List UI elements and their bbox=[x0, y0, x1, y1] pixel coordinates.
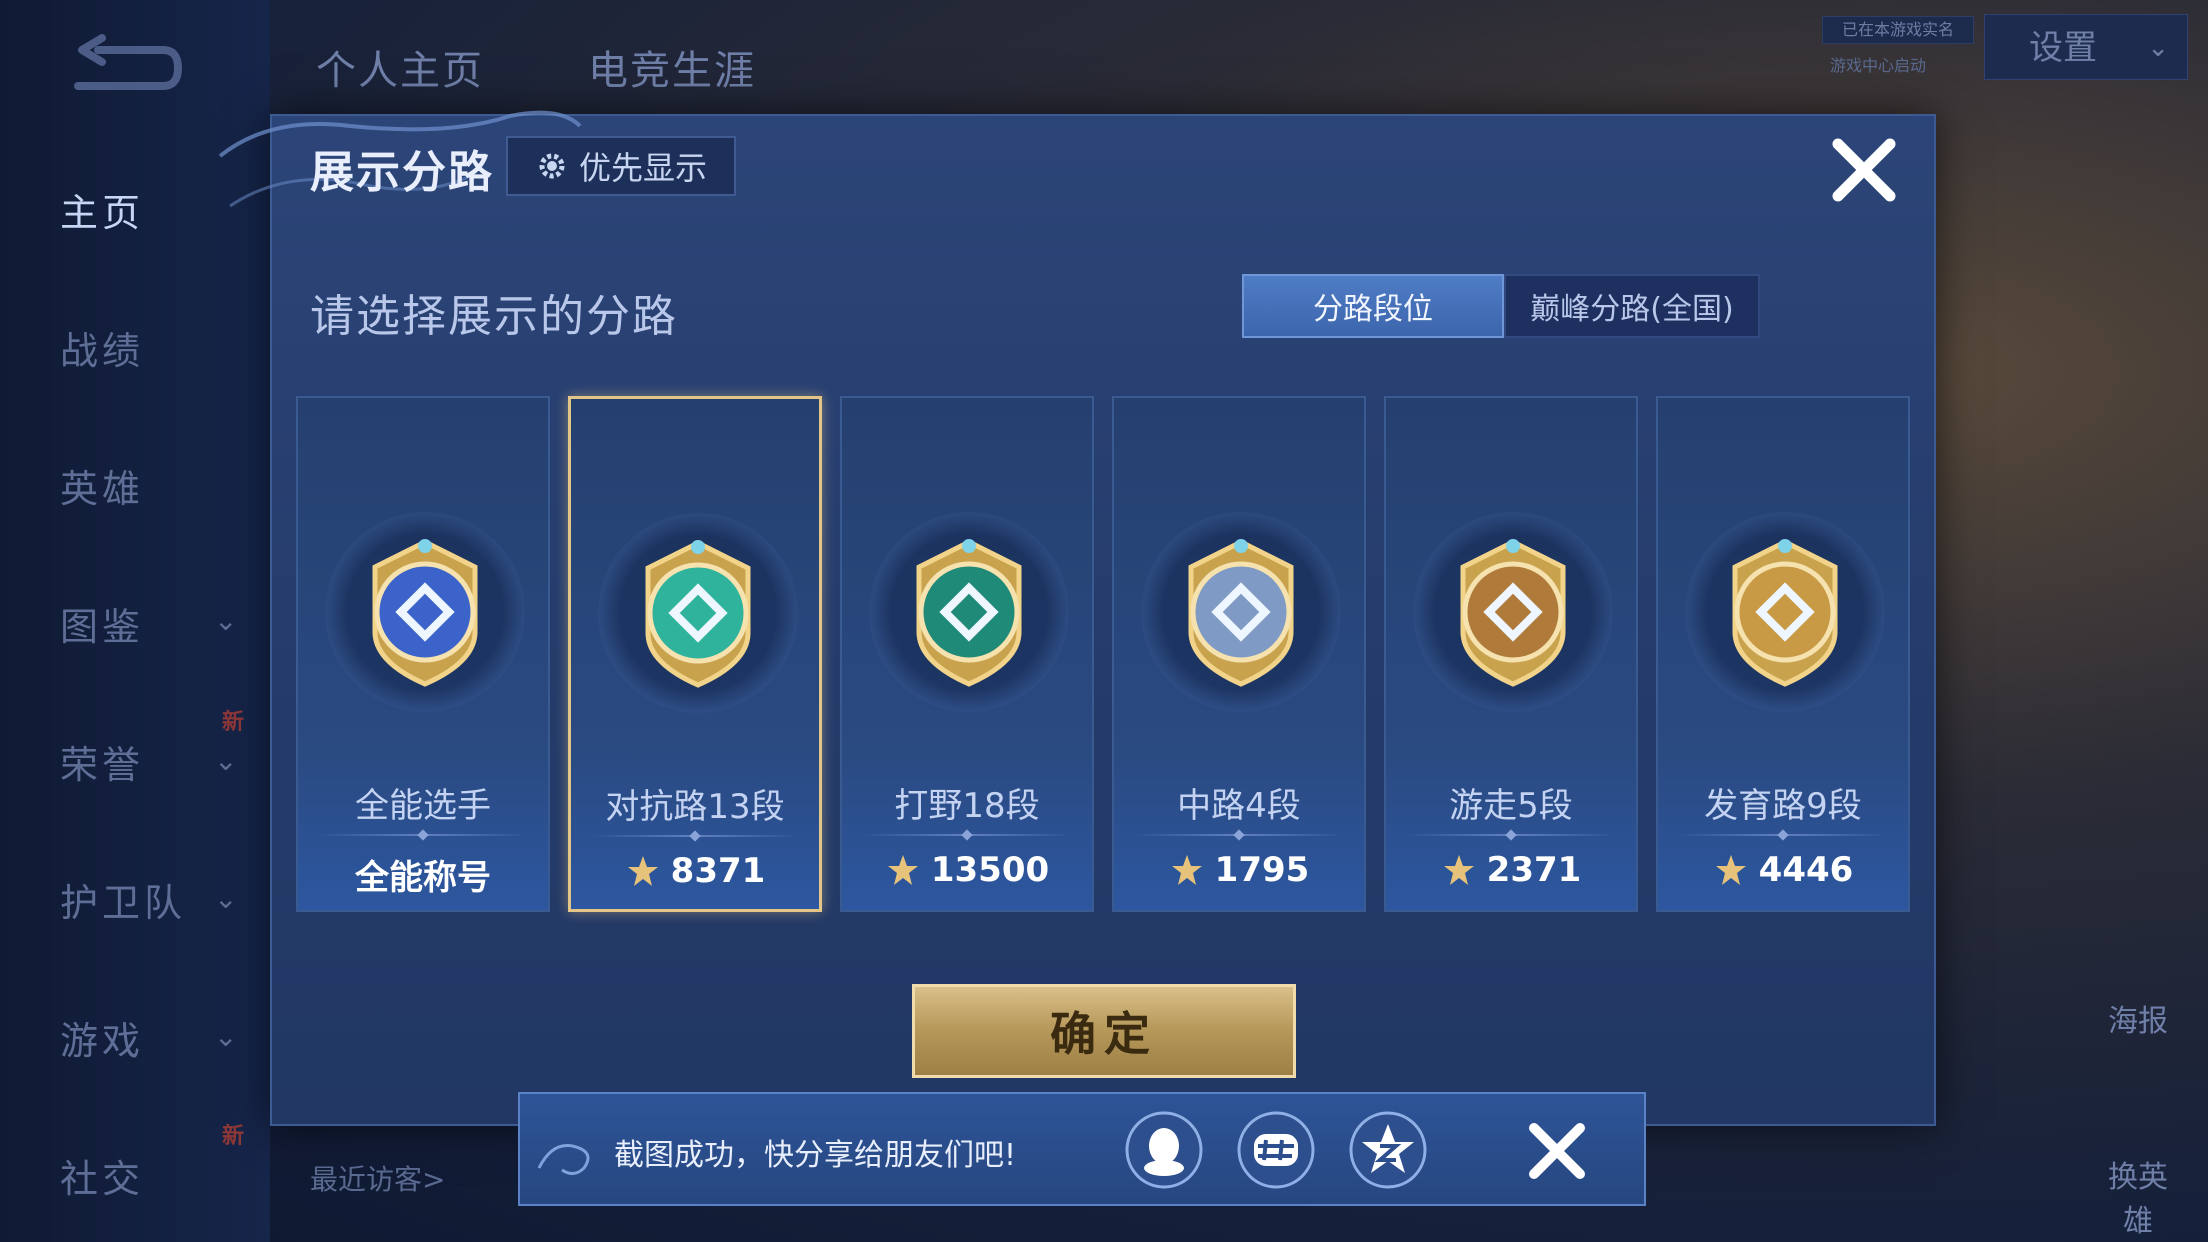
sidebar-item-social[interactable]: 社交 bbox=[60, 1148, 144, 1203]
tab-peak-lane-national[interactable]: 巅峰分路(全国) bbox=[1504, 274, 1760, 338]
rank-badge-icon bbox=[1413, 512, 1613, 712]
back-icon[interactable] bbox=[68, 30, 188, 100]
battle-power-icon bbox=[1715, 855, 1746, 885]
lane-rank-name: 全能选手 bbox=[355, 786, 491, 826]
rank-badge-icon bbox=[869, 512, 1069, 712]
divider bbox=[1678, 834, 1888, 836]
divider bbox=[318, 834, 528, 836]
battle-power-icon bbox=[627, 856, 658, 886]
battle-power-icon bbox=[1443, 855, 1474, 885]
confirm-button[interactable]: 确定 bbox=[912, 984, 1296, 1078]
lane-score-value: 2371 bbox=[1486, 850, 1582, 890]
lane-score: 1795 bbox=[1114, 850, 1364, 890]
divider bbox=[591, 835, 799, 837]
lane-score-value: 13500 bbox=[930, 850, 1050, 890]
recent-visitors-link[interactable]: 最近访客> bbox=[310, 1158, 445, 1198]
battle-power-icon bbox=[887, 855, 918, 885]
divider bbox=[1406, 834, 1616, 836]
settings-label: 设置 bbox=[2029, 28, 2097, 68]
dialog-title: 展示分路 bbox=[310, 147, 494, 198]
chevron-down-icon: ⌄ bbox=[214, 744, 238, 777]
lane-score-value: 全能称号 bbox=[355, 858, 491, 898]
close-icon[interactable] bbox=[1826, 132, 1902, 208]
sidebar-item-codex[interactable]: 图鉴 bbox=[60, 596, 144, 651]
lane-rank-name: 中路4段 bbox=[1177, 786, 1301, 826]
lane-score: 全能称号 bbox=[298, 850, 548, 899]
divider bbox=[862, 834, 1072, 836]
new-badge: 新 bbox=[222, 710, 245, 735]
battle-power-icon bbox=[1171, 855, 1202, 885]
rank-badge-icon bbox=[325, 512, 525, 712]
new-badge: 新 bbox=[222, 1124, 245, 1149]
tab-lane-rank[interactable]: 分路段位 bbox=[1242, 274, 1504, 338]
chevron-down-icon: ⌄ bbox=[214, 604, 238, 637]
screenshot-share-toast: 截图成功，快分享给朋友们吧! bbox=[518, 1092, 1646, 1206]
lane-score: 4446 bbox=[1658, 850, 1908, 890]
lane-rank-name: 打野18段 bbox=[894, 786, 1040, 826]
sidebar-item-records[interactable]: 战绩 bbox=[60, 320, 144, 375]
game-center-label: 游戏中心启动 bbox=[1830, 56, 1927, 75]
toast-message: 截图成功，快分享给朋友们吧! bbox=[614, 1138, 1017, 1173]
poster-button[interactable]: 海报 bbox=[2098, 996, 2178, 1040]
lane-rank-name: 发育路9段 bbox=[1704, 786, 1862, 826]
qzone-icon[interactable] bbox=[1348, 1110, 1428, 1190]
cloud-ornament bbox=[537, 1144, 590, 1175]
lane-card[interactable]: 中路4段 1795 bbox=[1112, 396, 1366, 912]
lane-score: 8371 bbox=[571, 851, 819, 891]
lane-card[interactable]: 游走5段 2371 bbox=[1384, 396, 1638, 912]
lane-card[interactable]: 对抗路13段 8371 bbox=[568, 396, 822, 912]
lane-rank-name: 对抗路13段 bbox=[605, 787, 785, 827]
sidebar-item-games[interactable]: 游戏 bbox=[60, 1010, 144, 1065]
change-hero-button[interactable]: 换英雄 bbox=[2098, 1152, 2178, 1240]
gear-icon bbox=[539, 153, 565, 179]
qq-icon[interactable] bbox=[1124, 1110, 1204, 1190]
lane-card[interactable]: 全能选手 全能称号 bbox=[296, 396, 550, 912]
sidebar-item-heroes[interactable]: 英雄 bbox=[60, 458, 144, 513]
dialog-subtitle: 请选择展示的分路 bbox=[310, 291, 678, 342]
divider bbox=[1134, 834, 1344, 836]
sidebar-item-guard-team[interactable]: 护卫队 bbox=[60, 872, 186, 927]
lane-score: 2371 bbox=[1386, 850, 1636, 890]
lane-score-value: 8371 bbox=[670, 851, 766, 891]
rank-badge-icon bbox=[1685, 512, 1885, 712]
lane-card[interactable]: 打野18段 13500 bbox=[840, 396, 1094, 912]
rank-badge-icon bbox=[1141, 512, 1341, 712]
lane-score-value: 1795 bbox=[1214, 850, 1310, 890]
priority-display-label: 优先显示 bbox=[578, 149, 707, 187]
sidebar-item-home[interactable]: 主页 bbox=[60, 182, 144, 237]
settings-button[interactable]: 设置 ⌄ bbox=[1984, 14, 2188, 80]
lane-score: 13500 bbox=[842, 850, 1092, 890]
chevron-down-icon: ⌄ bbox=[214, 1020, 238, 1053]
wechat-icon[interactable] bbox=[1236, 1110, 1316, 1190]
close-icon[interactable] bbox=[1524, 1118, 1590, 1184]
tab-personal-home[interactable]: 个人主页 bbox=[316, 38, 484, 96]
real-name-label: 已在本游戏实名 bbox=[1822, 16, 1974, 44]
chevron-down-icon: ⌄ bbox=[2147, 33, 2169, 63]
tab-esports-career[interactable]: 电竞生涯 bbox=[588, 38, 756, 96]
lane-rank-name: 游走5段 bbox=[1449, 786, 1573, 826]
lane-card[interactable]: 发育路9段 4446 bbox=[1656, 396, 1910, 912]
rank-badge-icon bbox=[598, 513, 798, 713]
chevron-down-icon: ⌄ bbox=[214, 882, 238, 915]
lane-score-value: 4446 bbox=[1758, 850, 1854, 890]
sidebar-item-honor[interactable]: 荣誉 bbox=[60, 734, 144, 789]
priority-display-button[interactable]: 优先显示 bbox=[506, 136, 736, 196]
